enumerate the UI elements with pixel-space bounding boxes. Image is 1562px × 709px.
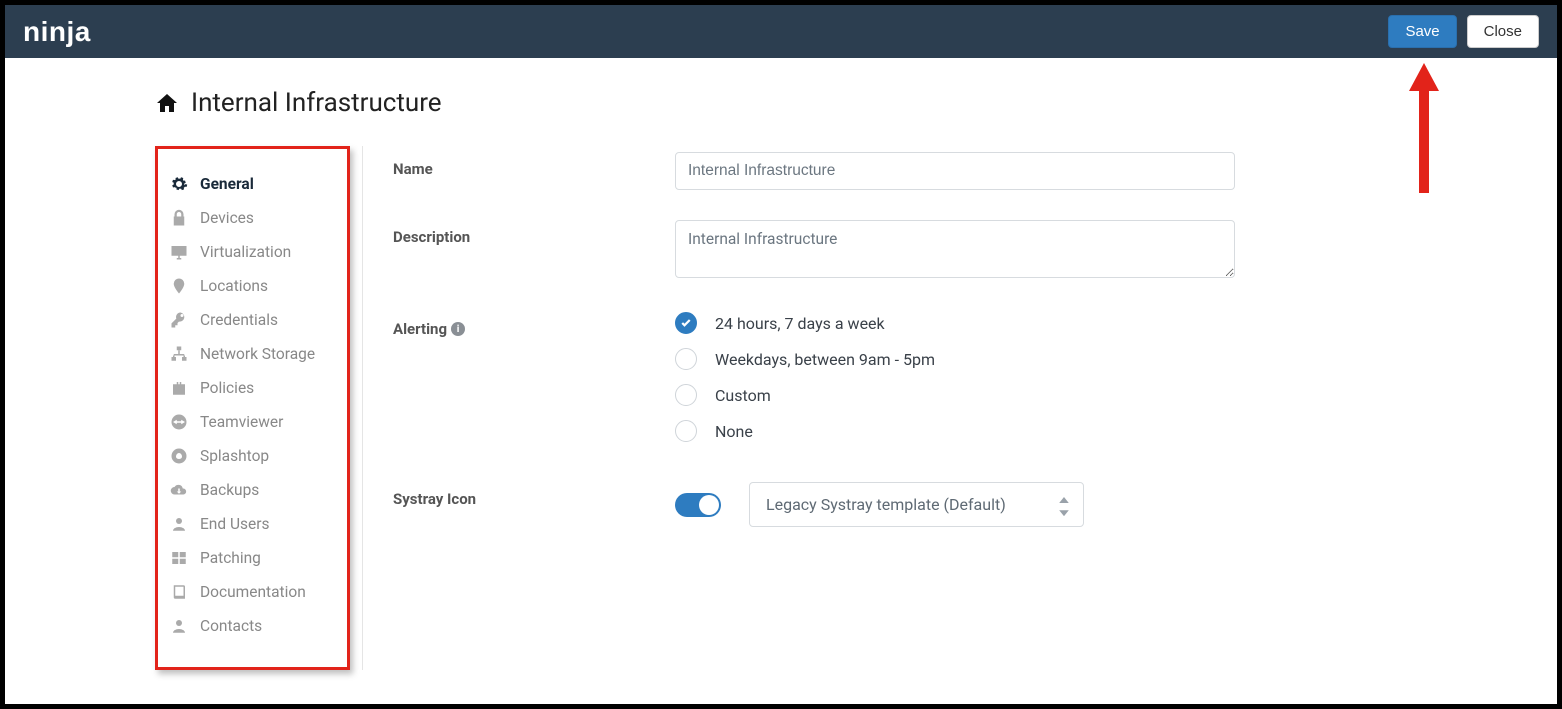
description-label: Description: [393, 220, 675, 282]
alerting-option-3[interactable]: None: [675, 420, 1235, 442]
lock-icon: [170, 209, 188, 227]
radio-label: Custom: [715, 386, 771, 405]
pin-icon: [170, 277, 188, 295]
row-alerting: Alerting i 24 hours, 7 days a week Weekda…: [393, 312, 1557, 442]
name-control: [675, 152, 1235, 190]
sidebar-item-devices[interactable]: Devices: [164, 201, 341, 235]
sidebar-item-contacts[interactable]: Contacts: [164, 609, 341, 643]
sidebar-item-general[interactable]: General: [164, 167, 341, 201]
alerting-label-text: Alerting: [393, 320, 447, 338]
cloud-icon: [170, 481, 188, 499]
row-systray: Systray Icon Legacy Systray template (De…: [393, 482, 1557, 527]
sidebar-item-label: Policies: [200, 379, 254, 397]
toggle-knob: [699, 495, 719, 515]
sidebar-item-label: Documentation: [200, 583, 306, 601]
alerting-option-1[interactable]: Weekdays, between 9am - 5pm: [675, 348, 1235, 370]
save-button[interactable]: Save: [1388, 15, 1456, 48]
sidebar-item-label: End Users: [200, 515, 269, 533]
page-header: Internal Infrastructure: [155, 88, 1557, 118]
divider: [362, 146, 363, 670]
network-icon: [170, 345, 188, 363]
sidebar-item-label: Devices: [200, 209, 254, 227]
alerting-radio-group: 24 hours, 7 days a week Weekdays, between…: [675, 312, 1235, 442]
info-icon[interactable]: i: [451, 322, 465, 336]
splashtop-icon: [170, 447, 188, 465]
description-control: [675, 220, 1235, 282]
user-icon: [170, 515, 188, 533]
page-title: Internal Infrastructure: [191, 88, 442, 118]
sidebar-item-documentation[interactable]: Documentation: [164, 575, 341, 609]
content: Internal Infrastructure General Devices Vi…: [5, 58, 1557, 704]
radio-circle: [675, 348, 697, 370]
logo: ninja: [23, 16, 91, 48]
key-icon: [170, 311, 188, 329]
sidebar-item-label: Network Storage: [200, 345, 315, 363]
form-area: Name Description Alerting i: [393, 146, 1557, 670]
body-row: General Devices Virtualization Locations Cre…: [155, 146, 1557, 670]
row-description: Description: [393, 220, 1557, 282]
sidebar-item-virtualization[interactable]: Virtualization: [164, 235, 341, 269]
systray-select-wrap: Legacy Systray template (Default): [749, 482, 1084, 527]
systray-control: Legacy Systray template (Default): [675, 482, 1235, 527]
sidebar-item-locations[interactable]: Locations: [164, 269, 341, 303]
briefcase-icon: [170, 379, 188, 397]
alerting-label: Alerting i: [393, 312, 675, 442]
sidebar-item-patching[interactable]: Patching: [164, 541, 341, 575]
teamviewer-icon: [170, 413, 188, 431]
systray-label: Systray Icon: [393, 482, 675, 527]
sidebar-item-label: Splashtop: [200, 447, 269, 465]
close-button[interactable]: Close: [1467, 15, 1539, 48]
top-bar: ninja Save Close: [5, 5, 1557, 58]
radio-label: None: [715, 422, 753, 441]
sidebar-item-network-storage[interactable]: Network Storage: [164, 337, 341, 371]
app-frame: ninja Save Close Internal Infrastructure…: [5, 5, 1557, 704]
monitor-icon: [170, 243, 188, 261]
sidebar: General Devices Virtualization Locations Cre…: [155, 146, 350, 670]
radio-label: 24 hours, 7 days a week: [715, 314, 885, 333]
alerting-option-2[interactable]: Custom: [675, 384, 1235, 406]
sidebar-item-label: Patching: [200, 549, 261, 567]
book-icon: [170, 583, 188, 601]
sidebar-item-label: Virtualization: [200, 243, 291, 261]
sidebar-item-splashtop[interactable]: Splashtop: [164, 439, 341, 473]
alerting-control: 24 hours, 7 days a week Weekdays, between…: [675, 312, 1235, 442]
description-input[interactable]: [675, 220, 1235, 278]
radio-circle: [675, 312, 697, 334]
home-icon: [155, 91, 179, 115]
radio-circle: [675, 420, 697, 442]
alerting-option-0[interactable]: 24 hours, 7 days a week: [675, 312, 1235, 334]
name-label: Name: [393, 152, 675, 190]
sidebar-item-label: Locations: [200, 277, 268, 295]
sidebar-item-label: Backups: [200, 481, 259, 499]
windows-icon: [170, 549, 188, 567]
sidebar-item-backups[interactable]: Backups: [164, 473, 341, 507]
sidebar-item-label: Teamviewer: [200, 413, 283, 431]
user-icon: [170, 617, 188, 635]
nav-list: General Devices Virtualization Locations Cre…: [164, 167, 341, 643]
systray-select[interactable]: Legacy Systray template (Default): [749, 482, 1084, 527]
systray-toggle[interactable]: [675, 493, 721, 517]
name-input[interactable]: [675, 152, 1235, 190]
radio-circle: [675, 384, 697, 406]
sidebar-item-label: General: [200, 175, 254, 193]
sidebar-item-label: Credentials: [200, 311, 278, 329]
sidebar-item-credentials[interactable]: Credentials: [164, 303, 341, 337]
sidebar-item-teamviewer[interactable]: Teamviewer: [164, 405, 341, 439]
sort-icon: [1058, 497, 1070, 513]
top-actions: Save Close: [1388, 15, 1539, 48]
sidebar-item-end-users[interactable]: End Users: [164, 507, 341, 541]
gear-icon: [170, 175, 188, 193]
sidebar-item-policies[interactable]: Policies: [164, 371, 341, 405]
row-name: Name: [393, 152, 1557, 190]
sidebar-item-label: Contacts: [200, 617, 262, 635]
radio-label: Weekdays, between 9am - 5pm: [715, 350, 935, 369]
